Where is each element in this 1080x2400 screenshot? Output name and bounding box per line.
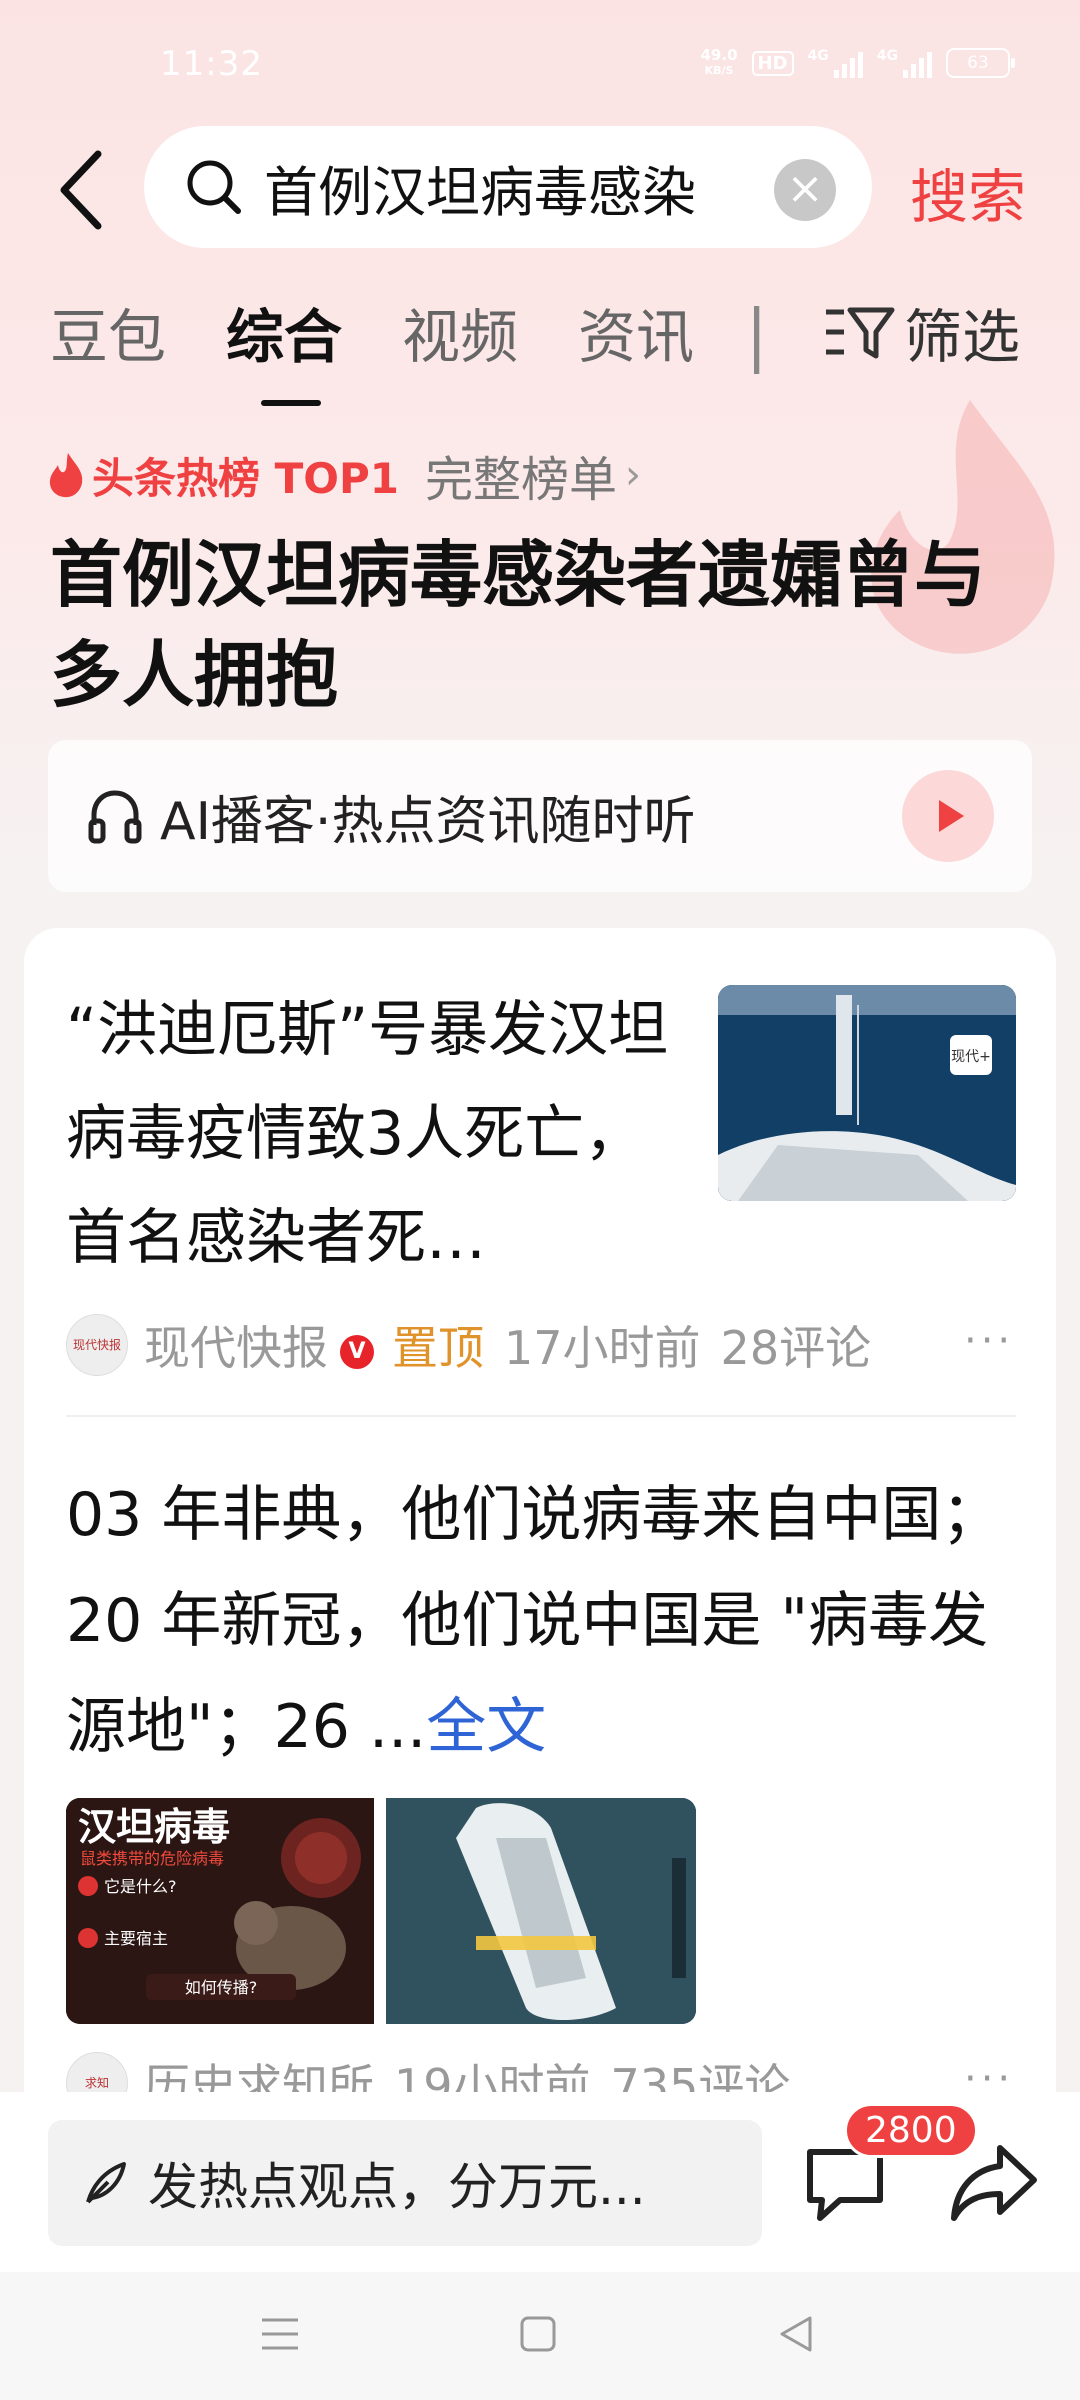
post-text[interactable]: 03 年非典，他们说病毒来自中国；20 年新冠，他们说中国是 "病毒发源地"；2… [66,1462,1016,1780]
search-icon [187,160,241,214]
post-image-1[interactable]: 汉坦病毒 鼠类携带的危险病毒 它是什么? 主要宿主 如何传播? [66,1798,374,2024]
tab-video[interactable]: 视频 [402,290,518,374]
clear-icon[interactable]: × [774,159,836,221]
source-name[interactable]: 现代快报 [144,1312,328,1378]
category-tabs: 豆包 综合 视频 资讯 ▏ [50,290,776,406]
source-avatar[interactable]: 现代快报 [66,1314,128,1376]
pen-icon [86,2162,126,2204]
svg-text:汉坦病毒: 汉坦病毒 [78,1805,230,1849]
status-icons: 49.0 KB/S HD 4G 4G 63 [700,46,1015,78]
play-button[interactable] [902,770,994,862]
headphones-icon [88,790,142,844]
full-list-link[interactable]: 完整榜单 [425,440,617,510]
hot-topic-title[interactable]: 首例汉坦病毒感染者遗孀曾与多人拥抱 [50,525,1010,725]
signal-icon-2: 4G [877,48,932,78]
divider [66,1415,1016,1417]
hantavirus-poster-image: 汉坦病毒 鼠类携带的危险病毒 它是什么? 主要宿主 如何传播? [66,1798,374,2024]
menu-icon[interactable] [258,2314,302,2354]
play-icon [939,800,964,832]
ai-podcast-bar[interactable]: AI播客·热点资讯随时听 [48,740,1032,892]
ship-image: 现代+ [718,985,1016,1201]
svg-text:主要宿主: 主要宿主 [104,1929,168,1948]
back-arrow-icon[interactable] [56,150,106,230]
signal-icon: 4G [808,48,863,78]
svg-text:它是什么?: 它是什么? [104,1877,177,1896]
ship-aerial-image [386,1798,696,2024]
verified-icon: V [340,1335,374,1369]
tab-comprehensive[interactable]: 综合 [226,290,342,406]
comment-count[interactable]: 28评论 [721,1312,872,1378]
podcast-label: AI播客·热点资讯随时听 [160,791,696,852]
tab-overflow-hint[interactable]: ▏ [754,306,776,374]
search-button[interactable]: 搜索 [910,150,1026,234]
article-thumbnail[interactable]: 现代+ [718,985,1016,1201]
more-options-icon[interactable]: ··· [964,1318,1014,1364]
comment-input[interactable]: 发热点观点，分万元... [48,2120,762,2246]
share-icon[interactable] [948,2140,1038,2226]
chevron-right-icon: › [625,452,641,498]
svg-text:如何传播?: 如何传播? [185,1978,258,1997]
filter-icon [826,307,895,359]
pinned-badge: 置顶 [392,1321,484,1375]
post-image-2[interactable] [386,1798,696,2024]
network-speed: 49.0 KB/S [700,46,738,78]
tab-news[interactable]: 资讯 [578,290,694,374]
search-input[interactable]: 首例汉坦病毒感染 × [144,126,872,248]
battery-icon: 63 [946,48,1015,78]
fire-icon [49,453,83,498]
svg-text:鼠类携带的危险病毒: 鼠类携带的危险病毒 [80,1849,224,1868]
hot-rank-label: 头条热榜 TOP1 [92,453,399,503]
hot-list-row[interactable]: 头条热榜 TOP1 完整榜单 › [46,440,641,510]
comment-placeholder: 发热点观点，分万元... [148,2158,646,2216]
article-time: 17小时前 [504,1321,701,1375]
thumb-logo: 现代+ [951,1049,991,1065]
tab-doubao[interactable]: 豆包 [50,290,166,374]
home-icon[interactable] [518,2314,558,2354]
search-query[interactable]: 首例汉坦病毒感染 [264,148,696,227]
filter-label: 筛选 [904,303,1021,371]
hd-icon: HD [751,50,794,76]
article-meta: 现代快报 现代快报 V 置顶 17小时前 28评论 [66,1312,871,1378]
filter-button[interactable]: 筛选 [822,290,1020,374]
status-time: 11:32 [160,44,263,84]
back-nav-icon[interactable] [776,2312,816,2356]
read-full-link[interactable]: 全文 [426,1692,546,1762]
article-title[interactable]: “洪迪厄斯”号暴发汉坦病毒疫情致3人死亡，首名感染者死… [66,978,696,1290]
